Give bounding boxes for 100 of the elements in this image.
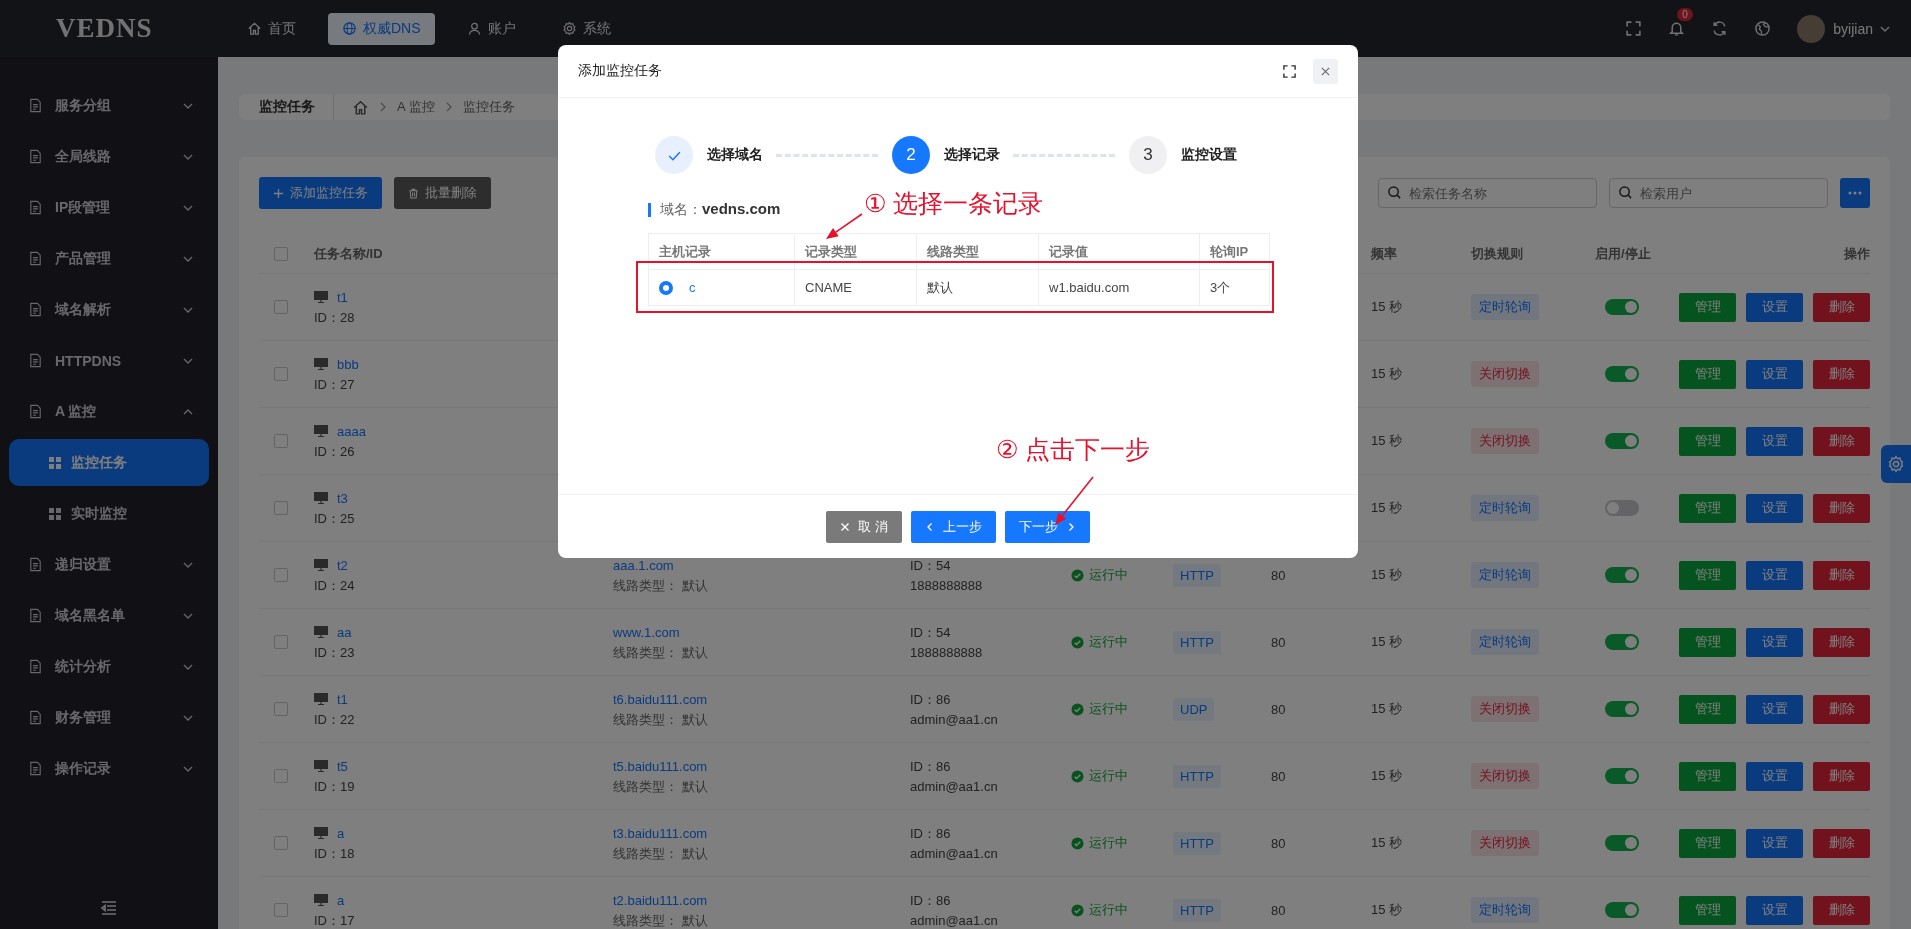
settings-button[interactable]: 设置 [1746,292,1803,322]
menu-collapse-icon[interactable] [101,901,117,915]
close-button[interactable] [1313,58,1338,84]
row-checkbox[interactable] [274,300,288,314]
settings-button[interactable]: 设置 [1746,493,1803,523]
delete-button[interactable]: 删除 [1813,359,1870,389]
settings-button[interactable]: 设置 [1746,560,1803,590]
row-checkbox[interactable] [274,367,288,381]
cancel-button[interactable]: 取 消 [826,510,902,543]
nav-tab[interactable]: 账户 [452,12,530,45]
avatar[interactable] [1797,14,1826,43]
enable-toggle[interactable] [1605,835,1639,851]
enable-toggle[interactable] [1605,701,1639,717]
nav-tab[interactable]: 系统 [547,12,625,45]
manage-button[interactable]: 管理 [1679,493,1736,523]
manage-button[interactable]: 管理 [1679,694,1736,724]
domain-link[interactable]: t2.baidu111.com [613,891,708,909]
add-task-button[interactable]: 添加监控任务 [259,177,382,209]
enable-toggle[interactable] [1605,567,1639,583]
domain-link[interactable]: aaa.1.com [613,556,674,574]
enable-toggle[interactable] [1605,634,1639,650]
more-button[interactable] [1840,178,1870,208]
task-name-link[interactable]: t5 [337,757,348,775]
batch-delete-button[interactable]: 批量删除 [394,177,491,209]
settings-tab[interactable] [1881,445,1911,483]
sidebar-subitem[interactable]: 监控任务 [9,439,209,486]
refresh-icon[interactable] [1711,20,1729,37]
enable-toggle[interactable] [1605,299,1639,315]
enable-toggle[interactable] [1605,902,1639,918]
sidebar-subitem[interactable]: 实时监控 [9,490,209,537]
row-checkbox[interactable] [274,702,288,716]
delete-button[interactable]: 删除 [1813,560,1870,590]
sidebar-item[interactable]: 统计分析 [0,641,218,692]
row-checkbox[interactable] [274,501,288,515]
manage-button[interactable]: 管理 [1679,828,1736,858]
enable-toggle[interactable] [1605,433,1639,449]
sidebar-item[interactable]: A 监控 [0,386,218,437]
row-checkbox[interactable] [274,903,288,917]
task-name-link[interactable]: aaaa [337,422,366,440]
row-checkbox[interactable] [274,836,288,850]
sidebar-item[interactable]: 服务分组 [0,80,218,131]
nav-tab[interactable]: 首页 [233,12,310,45]
domain-link[interactable]: www.1.com [613,623,680,641]
next-button[interactable]: 下一步 [1004,510,1090,543]
enable-toggle[interactable] [1605,500,1639,516]
sidebar-item[interactable]: 域名解析 [0,284,218,335]
fullscreen-icon[interactable] [1282,63,1297,79]
user-name[interactable]: byijian [1833,20,1873,37]
task-name-link[interactable]: t1 [337,690,348,708]
search-field[interactable]: 检索用户 [1609,178,1828,208]
domain-link[interactable]: t3.baidu111.com [613,824,708,842]
task-name-link[interactable]: t3 [337,489,348,507]
settings-button[interactable]: 设置 [1746,694,1803,724]
nav-tab[interactable]: 权威DNS [328,12,435,45]
enable-toggle[interactable] [1605,366,1639,382]
domain-link[interactable]: t6.baidu111.com [613,690,708,708]
manage-button[interactable]: 管理 [1679,895,1736,925]
task-name-link[interactable]: bbb [337,355,359,373]
enable-toggle[interactable] [1605,768,1639,784]
select-all-checkbox[interactable] [274,247,288,261]
delete-button[interactable]: 删除 [1813,761,1870,791]
search-field[interactable]: 检索任务名称 [1378,178,1597,208]
task-name-link[interactable]: t2 [337,556,348,574]
sidebar-item[interactable]: 操作记录 [0,743,218,794]
settings-button[interactable]: 设置 [1746,761,1803,791]
sidebar-item[interactable]: 递归设置 [0,539,218,590]
delete-button[interactable]: 删除 [1813,828,1870,858]
manage-button[interactable]: 管理 [1679,292,1736,322]
task-name-link[interactable]: a [337,891,345,909]
fullscreen-icon[interactable] [1625,20,1643,37]
manage-button[interactable]: 管理 [1679,627,1736,657]
row-checkbox[interactable] [274,568,288,582]
settings-button[interactable]: 设置 [1746,828,1803,858]
task-name-link[interactable]: t1 [337,288,348,306]
sidebar-item[interactable]: IP段管理 [0,182,218,233]
settings-button[interactable]: 设置 [1746,895,1803,925]
delete-button[interactable]: 删除 [1813,493,1870,523]
delete-button[interactable]: 删除 [1813,895,1870,925]
sidebar-item[interactable]: 产品管理 [0,233,218,284]
sidebar-item[interactable]: 财务管理 [0,692,218,743]
sidebar-item[interactable]: HTTPDNS [0,335,218,386]
row-checkbox[interactable] [274,434,288,448]
task-name-link[interactable]: a [337,824,345,842]
row-checkbox[interactable] [274,635,288,649]
delete-button[interactable]: 删除 [1813,627,1870,657]
task-name-link[interactable]: aa [337,623,352,641]
delete-button[interactable]: 删除 [1813,292,1870,322]
globe-icon[interactable] [1754,20,1772,37]
radio-button[interactable] [659,280,673,295]
row-checkbox[interactable] [274,769,288,783]
previous-button[interactable]: 上一步 [910,510,996,543]
manage-button[interactable]: 管理 [1679,761,1736,791]
breadcrumb-link[interactable]: A 监控 [397,98,435,116]
manage-button[interactable]: 管理 [1679,560,1736,590]
sidebar-item[interactable]: 域名黑名单 [0,590,218,641]
delete-button[interactable]: 删除 [1813,694,1870,724]
sidebar-item[interactable]: 全局线路 [0,131,218,182]
settings-button[interactable]: 设置 [1746,359,1803,389]
settings-button[interactable]: 设置 [1746,627,1803,657]
home-icon[interactable] [352,98,369,116]
